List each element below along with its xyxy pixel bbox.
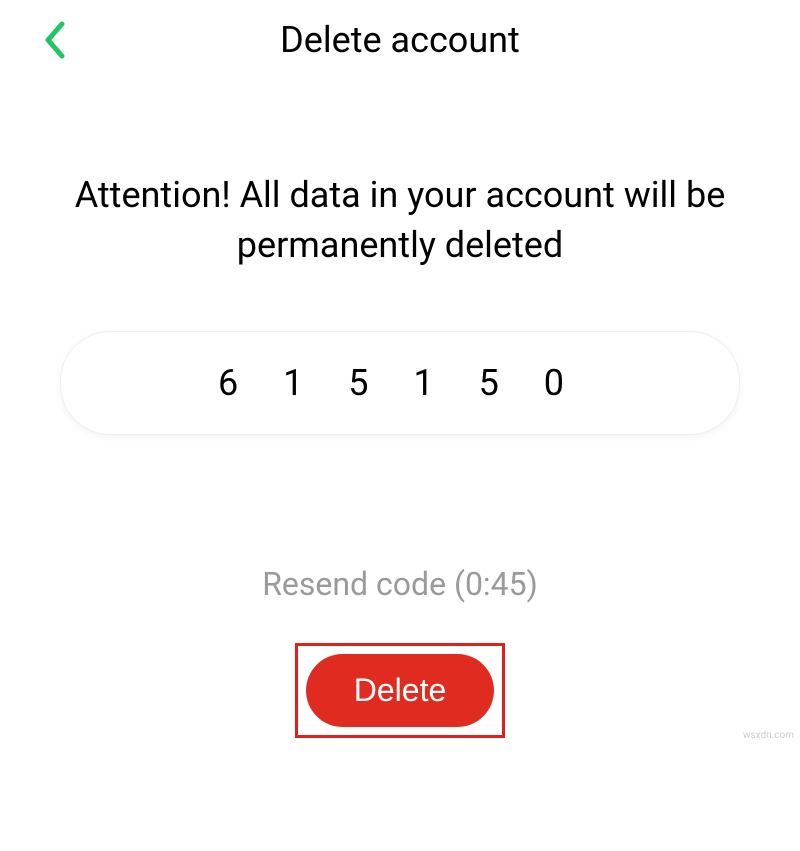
resend-code-label: Resend code (0:45) bbox=[60, 565, 740, 603]
delete-button[interactable]: Delete bbox=[306, 654, 495, 727]
delete-button-highlight: Delete bbox=[295, 643, 506, 738]
warning-message: Attention! All data in your account will… bbox=[60, 170, 740, 271]
chevron-left-icon bbox=[40, 20, 68, 60]
back-button[interactable] bbox=[40, 20, 68, 64]
watermark: wsxdn.com bbox=[743, 730, 794, 741]
main-content: Attention! All data in your account will… bbox=[0, 80, 800, 738]
header: Delete account bbox=[0, 0, 800, 80]
code-value: 6 1 5 1 5 0 bbox=[101, 362, 699, 404]
page-title: Delete account bbox=[30, 19, 770, 61]
verification-code-input[interactable]: 6 1 5 1 5 0 bbox=[60, 331, 740, 435]
